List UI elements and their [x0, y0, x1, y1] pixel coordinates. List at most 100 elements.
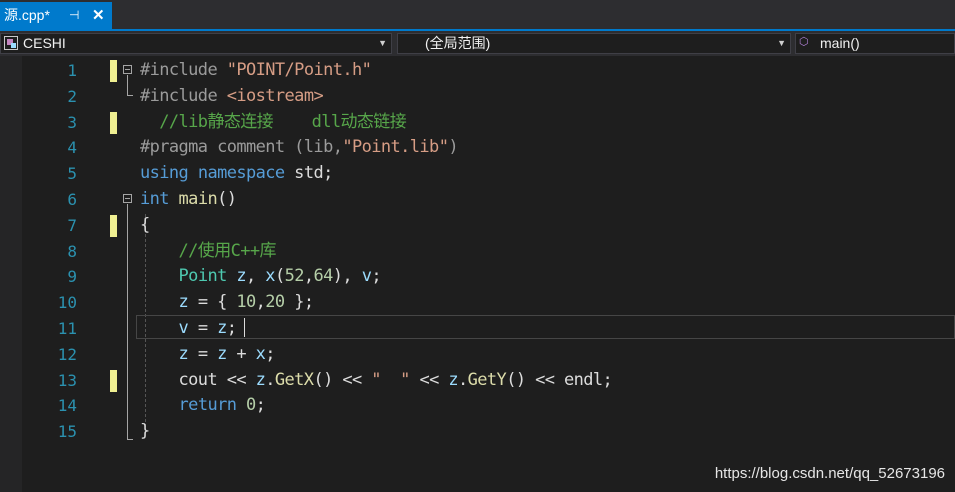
line-number: 3: [67, 112, 77, 132]
code-token: " ": [371, 369, 410, 390]
close-icon[interactable]: ✕: [92, 2, 105, 29]
code-line[interactable]: using namespace std;: [140, 161, 333, 187]
collapse-main-function-icon[interactable]: [123, 194, 132, 203]
unsaved-change-marker: [110, 111, 117, 134]
file-tab-label: 源.cpp*: [4, 7, 50, 23]
code-token: ;: [265, 343, 275, 364]
code-line[interactable]: #include "POINT/Point.h": [140, 58, 372, 84]
code-token: (): [217, 189, 237, 209]
code-token: cout <<: [140, 369, 256, 390]
line-number: 15: [57, 422, 77, 442]
outline-line: [127, 204, 128, 439]
scope-dropdown[interactable]: (全局范围) ▼: [397, 33, 791, 54]
code-token: ;: [226, 318, 237, 338]
project-dropdown-label: CESHI: [23, 35, 66, 51]
code-token: () <<: [313, 369, 372, 390]
code-token: #include: [140, 85, 218, 106]
code-line[interactable]: }: [140, 419, 150, 445]
code-token: main: [178, 189, 218, 209]
code-token: GetX: [274, 369, 314, 390]
code-token: 10: [236, 292, 256, 313]
code-token: //lib静态连接 dll动态链接: [140, 111, 407, 132]
code-line[interactable]: return 0;: [140, 393, 266, 419]
outline-line: [127, 95, 133, 96]
pin-icon[interactable]: ⊣: [69, 2, 79, 29]
project-dropdown[interactable]: CESHI ▼: [0, 33, 392, 54]
code-token: ;: [371, 266, 381, 287]
navigation-bar: CESHI ▼ (全局范围) ▼ ⬡ main(): [0, 31, 955, 56]
code-token: //使用C++库: [140, 240, 277, 261]
code-line[interactable]: z = z + x;: [140, 342, 276, 368]
code-line[interactable]: int main(): [140, 187, 237, 213]
code-line[interactable]: #include <iostream>: [140, 84, 324, 110]
code-token: namespace: [197, 163, 285, 184]
code-line[interactable]: //使用C++库: [140, 239, 277, 265]
code-token: ),: [332, 266, 362, 287]
code-token: GetY: [467, 369, 507, 390]
line-number: 8: [67, 241, 77, 261]
line-number: 5: [67, 164, 77, 184]
project-icon: [4, 36, 18, 50]
file-tab[interactable]: 源.cpp* ⊣ ✕: [0, 2, 112, 29]
code-token: 52: [284, 266, 305, 287]
code-token: "Point.lib": [342, 137, 449, 158]
line-number: 1: [67, 61, 77, 80]
code-token: <iostream>: [226, 85, 324, 106]
collapse-include-block-icon[interactable]: [123, 65, 132, 74]
code-line[interactable]: Point z, x(52,64), v;: [140, 264, 382, 290]
code-token: z: [178, 292, 189, 313]
code-token: 20: [265, 292, 285, 313]
chevron-down-icon[interactable]: ▼: [378, 34, 387, 53]
code-token: ): [448, 137, 458, 158]
line-number: 12: [57, 344, 77, 364]
code-token: z: [178, 343, 189, 364]
code-token: ,: [246, 266, 266, 287]
code-token: = {: [188, 292, 237, 313]
code-token: int: [140, 189, 170, 209]
code-line[interactable]: {: [140, 213, 150, 239]
code-token: v: [178, 318, 189, 338]
code-token: =: [188, 343, 218, 364]
unsaved-change-marker: [110, 60, 117, 82]
code-token: 0: [246, 395, 256, 416]
code-token: .: [265, 369, 275, 390]
code-token: x: [255, 343, 266, 364]
code-token: (: [274, 266, 285, 287]
member-dropdown-label: main(): [820, 35, 860, 51]
code-token: v: [361, 266, 372, 287]
member-dropdown[interactable]: ⬡ main(): [795, 33, 955, 54]
code-token: () << endl;: [506, 369, 613, 390]
code-token: return: [178, 395, 237, 416]
code-token: Point: [178, 266, 228, 287]
code-token: };: [284, 292, 314, 313]
document-tab-strip: 源.cpp* ⊣ ✕: [0, 0, 955, 30]
line-number: 14: [57, 396, 77, 416]
cube-icon: ⬡: [799, 36, 809, 48]
watermark: https://blog.csdn.net/qq_52673196: [714, 465, 945, 482]
unsaved-change-marker: [110, 369, 117, 392]
code-line[interactable]: #pragma comment (lib,"Point.lib"): [140, 135, 459, 161]
code-token: .: [458, 369, 468, 390]
unsaved-change-marker: [110, 214, 117, 237]
code-line[interactable]: //lib静态连接 dll动态链接: [140, 110, 406, 136]
code-token: +: [226, 343, 256, 364]
code-token: #include: [140, 60, 218, 80]
code-editor[interactable]: 1 2 3 4 5 6 7 8 9 10 11 12 13 14 15 #include "POINT/Po…: [0, 56, 955, 492]
code-token: x: [265, 266, 275, 287]
code-token: comment (lib,: [207, 137, 343, 158]
code-line[interactable]: cout << z.GetX() << " " << z.GetY() << e…: [140, 368, 613, 394]
current-line-highlight: [136, 315, 955, 339]
code-token: =: [188, 318, 218, 338]
code-line[interactable]: v = z;: [140, 316, 237, 342]
chevron-down-icon[interactable]: ▼: [777, 34, 786, 53]
code-line[interactable]: z = { 10,20 };: [140, 290, 315, 316]
scope-dropdown-label: (全局范围): [425, 35, 491, 51]
